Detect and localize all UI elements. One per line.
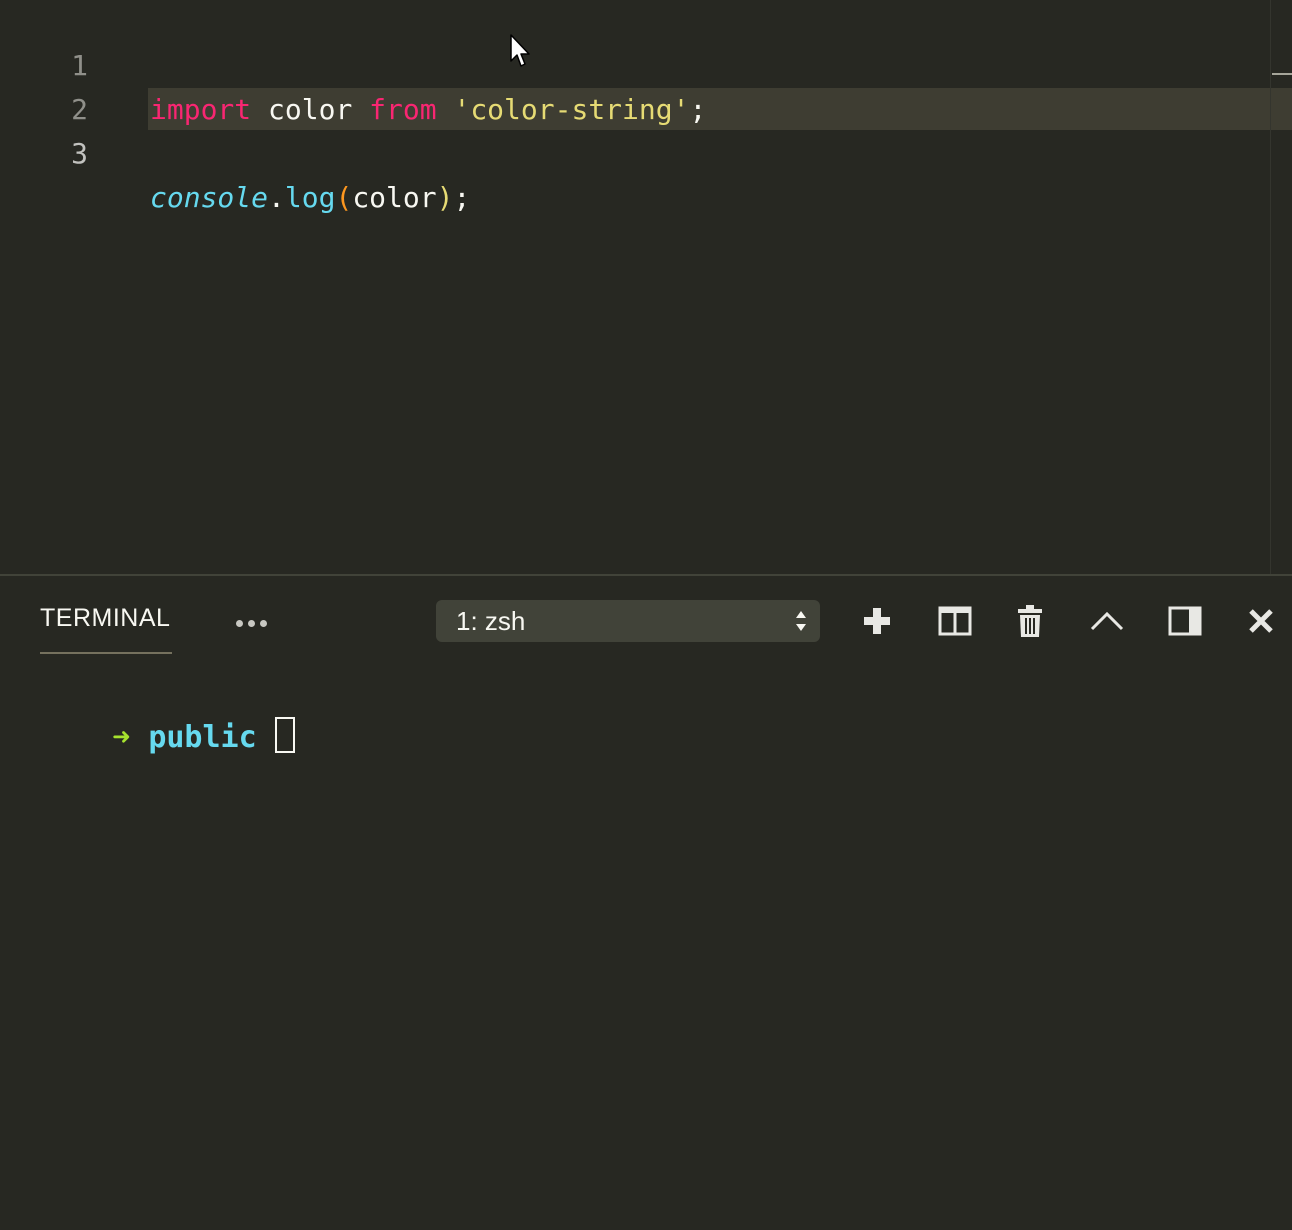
chevron-up-icon (1090, 611, 1124, 631)
terminal-panel: TERMINAL 1: zsh ➜ public (0, 574, 1292, 1230)
close-icon (1249, 609, 1273, 633)
argument: color (352, 181, 437, 214)
object-console: console (150, 181, 269, 214)
dot: . (268, 181, 285, 214)
code-line-1[interactable]: 1 import color from 'color-string'; (0, 0, 1292, 126)
vertical-ruler (1270, 0, 1271, 574)
code-line-2[interactable]: 2 (0, 44, 1292, 126)
code-line-3[interactable]: 3 console.log(color); (0, 88, 1292, 214)
plus-icon (864, 608, 890, 634)
method-log: log (284, 181, 336, 214)
code-editor[interactable]: 1 import color from 'color-string'; 2 3 … (0, 0, 1292, 574)
dot (236, 619, 243, 627)
dot (260, 619, 267, 627)
split-pane-icon (938, 606, 972, 636)
tab-terminal[interactable]: TERMINAL (40, 604, 170, 633)
prompt-arrow-icon: ➜ (112, 720, 131, 755)
close-paren: ) (436, 181, 454, 214)
maximize-panel-button[interactable] (1087, 600, 1127, 642)
open-paren: ( (335, 181, 353, 214)
semicolon: ; (453, 181, 471, 214)
panel-layout-icon (1168, 606, 1202, 636)
split-terminal-button[interactable] (935, 600, 975, 642)
overview-ruler-mark[interactable] (1272, 73, 1292, 75)
prompt-directory: public (148, 720, 257, 755)
mouse-pointer-icon (510, 34, 530, 67)
terminal-output[interactable]: ➜ public (40, 672, 295, 804)
terminal-cursor (274, 717, 295, 753)
trash-icon (1018, 605, 1042, 637)
active-tab-indicator (40, 652, 172, 654)
dot (248, 619, 255, 627)
toggle-panel-position-button[interactable] (1165, 600, 1205, 642)
terminal-selector-value: 1: zsh (456, 606, 526, 636)
select-arrows-icon (796, 611, 806, 631)
new-terminal-button[interactable] (857, 600, 897, 642)
line-number: 3 (71, 137, 88, 170)
more-actions-icon[interactable] (236, 616, 272, 630)
terminal-selector-dropdown[interactable]: 1: zsh (436, 600, 820, 642)
kill-terminal-button[interactable] (1010, 600, 1050, 642)
code-text[interactable]: console.log(color); (150, 176, 470, 220)
close-panel-button[interactable] (1241, 600, 1281, 642)
